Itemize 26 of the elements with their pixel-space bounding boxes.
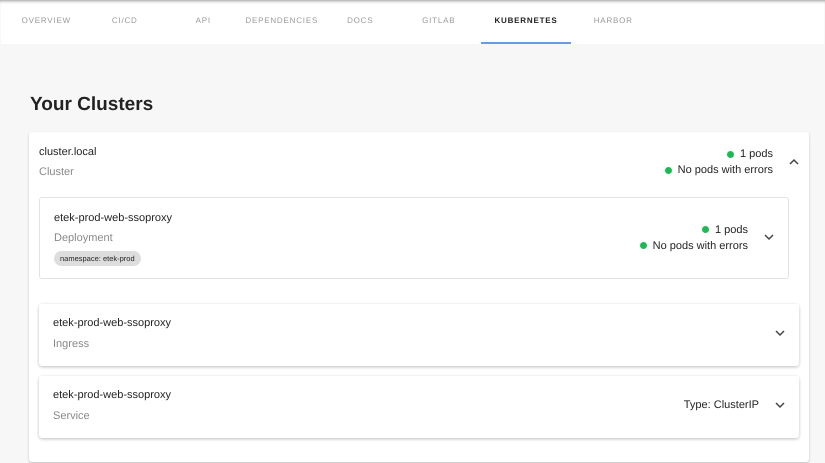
tab[interactable]: DOCS (321, 0, 400, 44)
resource-info: Type: ClusterIP (684, 398, 759, 414)
tab[interactable]: GITLAB (400, 0, 478, 44)
tab[interactable]: OVERVIEW (7, 0, 86, 44)
tab[interactable]: CI/CD (86, 0, 164, 44)
tab[interactable]: DEPENDENCIES (242, 0, 321, 44)
chevron-down-icon[interactable] (775, 402, 785, 409)
status-text: No pods with errors (678, 163, 773, 178)
cluster-name: cluster.local (39, 144, 98, 160)
resource-type: Deployment (54, 231, 114, 246)
status-text: 1 pods (714, 222, 748, 238)
tab[interactable]: API (164, 0, 242, 44)
chevron-down-icon[interactable] (775, 330, 785, 337)
resource-type: Service (53, 408, 91, 424)
status-text: No pods with errors (652, 238, 748, 254)
resource-type: Ingress (53, 336, 90, 352)
resource-name: etek-prod-web-ssoproxy (54, 210, 173, 226)
chevron-up-icon[interactable] (789, 158, 799, 166)
resource-name: etek-prod-web-ssoproxy (53, 316, 172, 331)
cluster-type: Cluster (39, 165, 75, 180)
status-text: 1 pods (740, 147, 773, 162)
page-heading: Your Clusters (30, 93, 154, 117)
tab[interactable]: KUBERNETES (481, 0, 571, 44)
tab[interactable]: HARBOR (574, 0, 652, 44)
chevron-down-icon[interactable] (764, 234, 774, 242)
resource-name: etek-prod-web-ssoproxy (53, 388, 172, 403)
